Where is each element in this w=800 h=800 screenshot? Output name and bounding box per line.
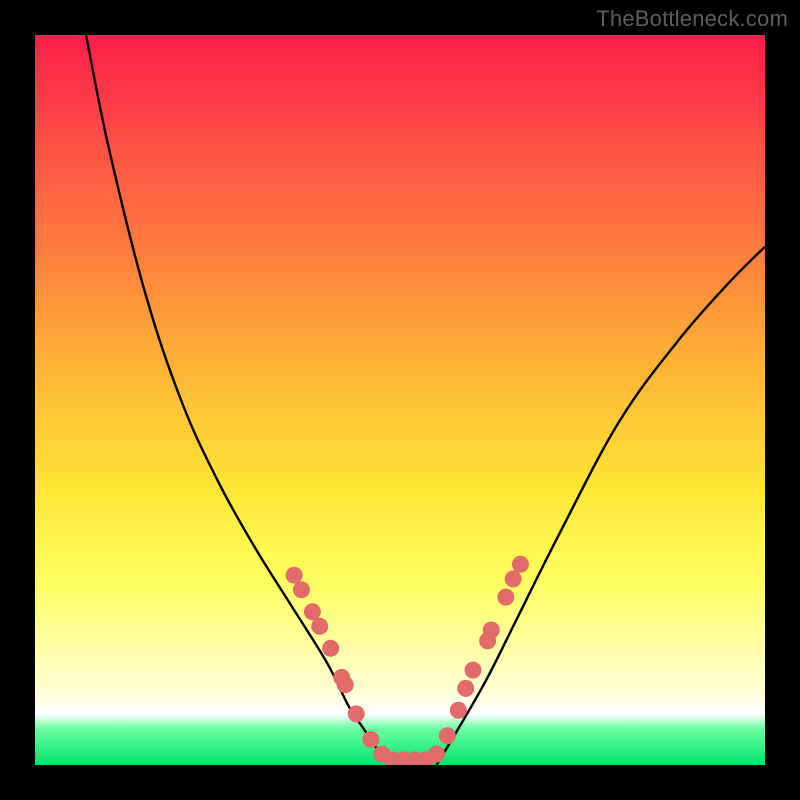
highlight-dot: [384, 751, 401, 765]
highlight-dot: [417, 751, 434, 765]
highlight-dot: [439, 727, 456, 744]
highlight-dot: [505, 570, 522, 587]
highlight-dot: [406, 751, 423, 765]
highlight-dots: [286, 556, 529, 765]
highlight-dot: [362, 731, 379, 748]
highlight-dot: [450, 702, 467, 719]
plot-area: [35, 35, 765, 765]
highlight-dot: [333, 669, 350, 686]
curve-layer: [35, 35, 765, 765]
highlight-dot: [457, 680, 474, 697]
highlight-dot: [465, 662, 482, 679]
highlight-dot: [348, 705, 365, 722]
highlight-dot: [395, 751, 412, 765]
highlight-dot: [479, 632, 496, 649]
highlight-dot: [512, 556, 529, 573]
highlight-dot: [304, 603, 321, 620]
chart-frame: TheBottleneck.com: [0, 0, 800, 800]
highlight-dot: [293, 581, 310, 598]
highlight-dot: [428, 746, 445, 763]
highlight-dot: [337, 676, 354, 693]
highlight-dot: [497, 589, 514, 606]
highlight-dot: [373, 746, 390, 763]
highlight-dot: [311, 618, 328, 635]
bottleneck-curve-right: [437, 247, 766, 765]
highlight-dot: [322, 640, 339, 657]
bottleneck-curve-left: [86, 35, 393, 765]
watermark-text: TheBottleneck.com: [596, 6, 788, 32]
highlight-dot: [483, 621, 500, 638]
highlight-dot: [286, 567, 303, 584]
